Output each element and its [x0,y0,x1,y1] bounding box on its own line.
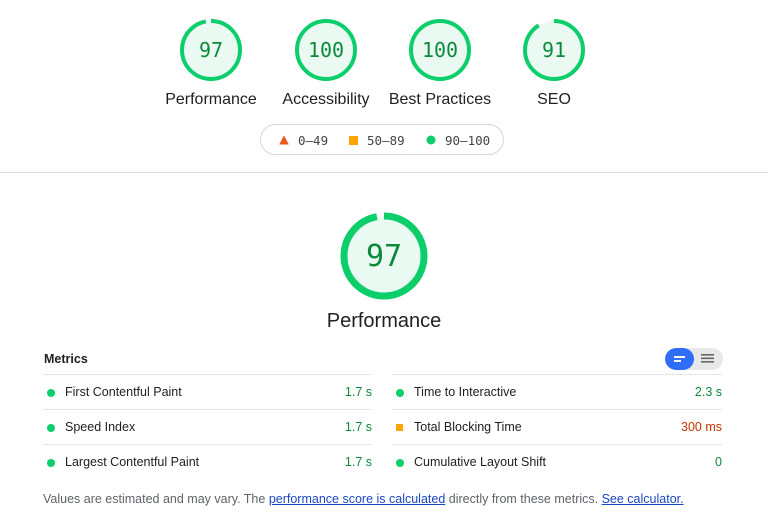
category-gauge: 97 [334,206,434,311]
metric-value: 0 [715,455,722,469]
metric-name: Largest Contentful Paint [65,455,200,469]
gauge-ring: 100 [409,19,471,81]
score-calculated-link[interactable]: performance score is calculated [269,492,445,506]
gauge-ring: 97 [180,19,242,81]
gauge-ring: 91 [523,19,585,81]
metric-name: Speed Index [65,420,136,434]
metric-largest-contentful-paint: Largest Contentful Paint 1.7 s [43,444,372,479]
gauge-label: SEO [537,91,571,108]
category-title: Performance [326,310,442,332]
metric-name: First Contentful Paint [65,385,182,399]
gauge-score: 100 [422,38,458,62]
gauge-ring: 100 [295,19,357,81]
metric-value: 2.3 s [694,385,722,399]
metric-name: Time to Interactive [414,385,517,399]
metric-value: 1.7 s [344,420,372,434]
gauge-performance[interactable]: 97 Performance [151,18,271,109]
expanded-view-button[interactable] [694,348,723,370]
metric-name: Cumulative Layout Shift [414,455,547,469]
legend-fail: 0–49 [279,132,329,148]
gauge-label: Performance [165,91,257,108]
lines-full-icon [701,354,714,363]
metrics-right-column: Time to Interactive 2.3 s Total Blocking… [392,374,722,479]
gauge-best-practices[interactable]: 100 Best Practices [380,18,500,109]
legend-fail-range: 0–49 [298,132,329,148]
metrics-footnote: Values are estimated and may vary. The p… [43,492,684,506]
gauge-score: 91 [542,38,566,62]
compact-view-button[interactable] [665,348,694,370]
category-gauge-ring: 97 [340,212,428,300]
gauge-accessibility[interactable]: 100 Accessibility [266,18,386,109]
category-score: 97 [366,239,402,274]
pass-circle-icon [396,389,404,397]
pass-circle-icon [396,459,404,467]
metrics-heading: Metrics [44,352,88,366]
gauge-seo[interactable]: 91 SEO [494,18,614,109]
footnote-text-2: directly from these metrics. [445,492,602,506]
metric-name: Total Blocking Time [414,420,522,434]
gauge-label: Best Practices [388,91,492,108]
metric-speed-index: Speed Index 1.7 s [43,409,372,444]
legend-pass-range: 90–100 [445,132,491,148]
legend-average-range: 50–89 [367,132,405,148]
legend-average: 50–89 [349,132,405,148]
pass-circle-icon [47,459,55,467]
metric-value: 1.7 s [344,455,372,469]
metric-cumulative-layout-shift: Cumulative Layout Shift 0 [392,444,722,479]
metric-total-blocking-time: Total Blocking Time 300 ms [392,409,722,444]
legend-pass: 90–100 [426,132,491,148]
metrics-left-column: First Contentful Paint 1.7 s Speed Index… [43,374,372,479]
gauge-score: 97 [199,38,223,62]
see-calculator-link[interactable]: See calculator. [602,492,684,506]
section-divider [0,172,768,173]
pass-circle-icon [47,424,55,432]
metric-value: 1.7 s [344,385,372,399]
average-square-icon [396,424,403,431]
metric-time-to-interactive: Time to Interactive 2.3 s [392,374,722,409]
circle-icon [426,135,436,145]
gauge-score: 100 [308,38,344,62]
footnote-text-1: Values are estimated and may vary. The [43,492,269,506]
triangle-icon [279,135,289,145]
gauge-label: Accessibility [282,91,370,108]
score-legend: 0–49 50–89 90–100 [260,124,504,155]
metric-first-contentful-paint: First Contentful Paint 1.7 s [43,374,372,409]
metrics-view-toggle[interactable] [665,348,723,370]
metric-value: 300 ms [681,420,722,434]
square-icon [349,135,358,145]
lines-short-icon [674,356,685,362]
pass-circle-icon [47,389,55,397]
